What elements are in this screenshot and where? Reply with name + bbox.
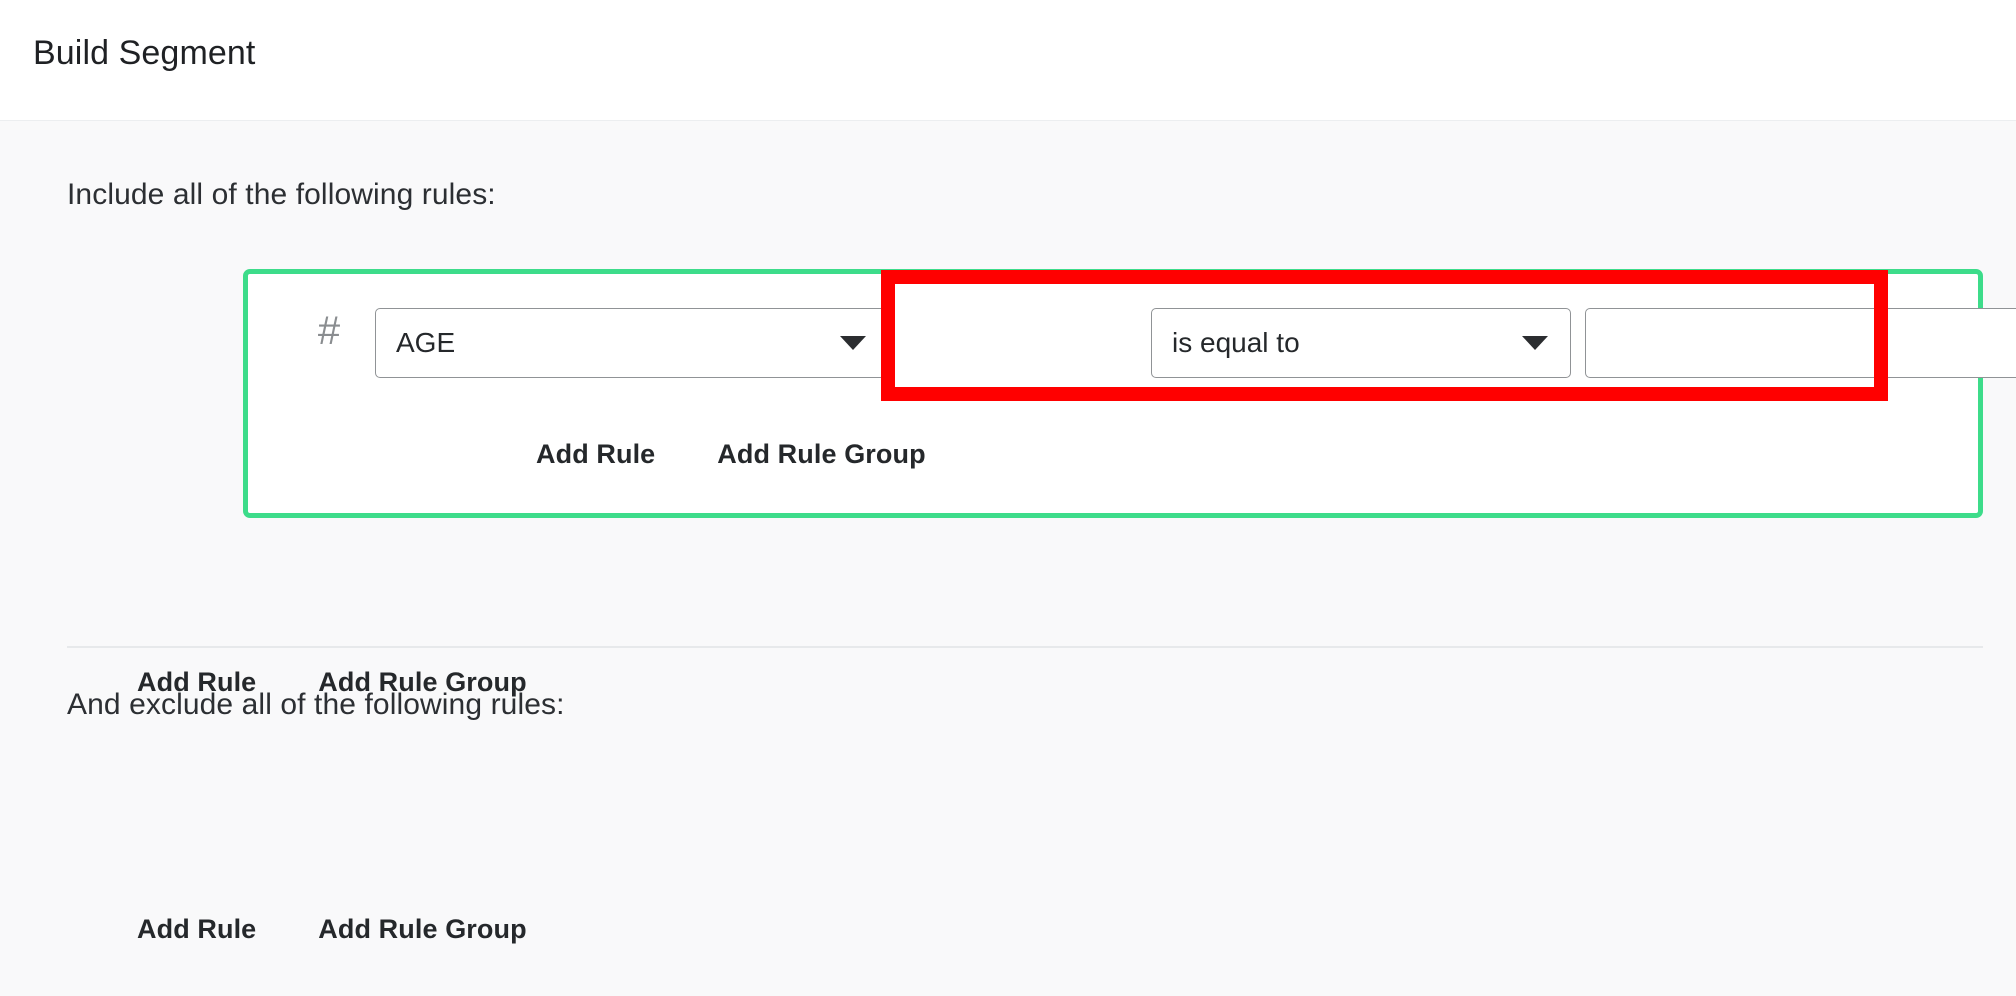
chevron-down-icon: [840, 336, 866, 350]
rule-value-input[interactable]: [1585, 308, 2016, 378]
rule-field-value: AGE: [376, 327, 840, 359]
page-title: Build Segment: [33, 34, 255, 73]
rule-row: # AGE is equal to: [248, 274, 1978, 398]
group-add-actions: Add Rule Add Rule Group: [536, 439, 926, 470]
rule-group: # AGE is equal to: [243, 269, 1983, 518]
group-add-rule-button[interactable]: Add Rule: [536, 439, 655, 470]
exclude-add-actions: Add Rule Add Rule Group: [137, 914, 527, 945]
rule-operator-value: is equal to: [1152, 327, 1522, 359]
group-add-rule-group-button[interactable]: Add Rule Group: [717, 439, 925, 470]
rule-operator-select[interactable]: is equal to: [1151, 308, 1571, 378]
exclude-add-rule-button[interactable]: Add Rule: [137, 914, 256, 945]
chevron-down-icon: [1522, 336, 1548, 350]
section-divider: [67, 646, 1983, 648]
exclude-section-label: And exclude all of the following rules:: [67, 688, 565, 722]
exclude-add-rule-group-button[interactable]: Add Rule Group: [318, 914, 526, 945]
segment-builder-body: Include all of the following rules: # AG…: [0, 121, 2016, 996]
page-header: Build Segment: [0, 0, 2016, 121]
include-section-label: Include all of the following rules:: [67, 178, 496, 212]
rule-field-select[interactable]: AGE: [375, 308, 889, 378]
hash-icon: #: [310, 310, 348, 352]
build-segment-screen: Build Segment Include all of the followi…: [0, 0, 2016, 996]
